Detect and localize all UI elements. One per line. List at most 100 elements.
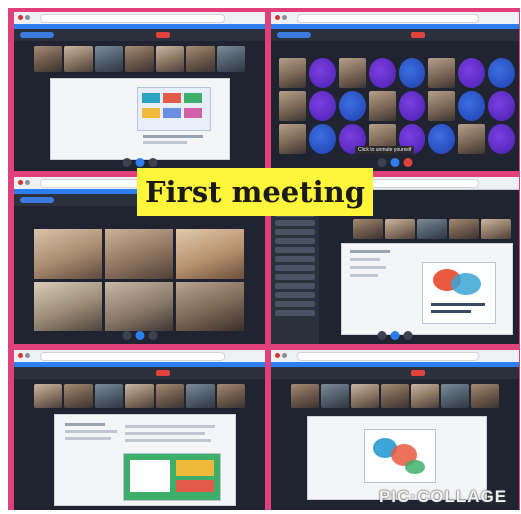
participant-video xyxy=(125,384,154,408)
participant-video xyxy=(471,384,499,408)
participant-video xyxy=(381,384,409,408)
participant-video xyxy=(351,384,379,408)
participant-row[interactable] xyxy=(275,283,315,289)
participant-video xyxy=(34,229,102,279)
meeting-toolbar xyxy=(271,367,519,379)
screenshot-panel-top-right: Click to unmute yourself xyxy=(271,12,519,171)
share-icon[interactable] xyxy=(148,331,157,340)
address-bar[interactable] xyxy=(40,352,225,361)
participant-avatar xyxy=(428,124,456,154)
mic-icon[interactable] xyxy=(377,331,387,340)
close-icon[interactable] xyxy=(275,353,280,358)
participant-row[interactable] xyxy=(275,247,315,253)
unmute-tooltip: Click to unmute yourself xyxy=(355,146,415,154)
pic-collage-watermark: PIC·COLLAGE xyxy=(368,484,518,510)
end-call-button[interactable] xyxy=(155,370,170,376)
participant-avatar xyxy=(338,91,366,121)
back-icon[interactable] xyxy=(25,180,30,185)
participant-video xyxy=(125,46,154,72)
address-bar[interactable] xyxy=(297,352,479,361)
meeting-toolbar xyxy=(14,367,265,379)
participant-video xyxy=(176,281,244,331)
close-icon[interactable] xyxy=(18,353,23,358)
view-toggle-button[interactable] xyxy=(277,32,311,38)
participant-video xyxy=(186,384,215,408)
participant-row[interactable] xyxy=(275,220,315,226)
call-controls xyxy=(122,158,157,167)
participant-video xyxy=(368,91,396,121)
leave-icon[interactable] xyxy=(403,158,413,167)
participant-video xyxy=(94,46,124,72)
end-call-button[interactable] xyxy=(155,32,170,38)
participant-video xyxy=(481,219,511,239)
participant-video xyxy=(64,46,93,72)
close-icon[interactable] xyxy=(18,15,23,20)
back-icon[interactable] xyxy=(25,353,30,358)
camera-icon[interactable] xyxy=(390,158,400,167)
video-strip xyxy=(291,384,499,408)
participant-avatar xyxy=(308,124,336,154)
camera-icon[interactable] xyxy=(135,331,144,340)
camera-icon[interactable] xyxy=(390,331,400,340)
participant-video xyxy=(441,384,469,408)
participant-avatar xyxy=(488,91,515,121)
participant-video xyxy=(428,91,456,121)
participant-video xyxy=(338,58,366,88)
participant-video xyxy=(64,384,93,408)
participant-row[interactable] xyxy=(275,292,315,298)
shared-screen xyxy=(54,414,236,506)
participant-video xyxy=(34,384,63,408)
share-icon[interactable] xyxy=(148,158,157,167)
participant-avatar xyxy=(488,58,515,88)
participant-avatar xyxy=(398,58,426,88)
back-icon[interactable] xyxy=(25,15,30,20)
participant-video xyxy=(94,384,124,408)
close-icon[interactable] xyxy=(275,15,280,20)
back-icon[interactable] xyxy=(282,15,287,20)
participant-row[interactable] xyxy=(275,229,315,235)
camera-icon[interactable] xyxy=(135,158,144,167)
participant-video xyxy=(321,384,349,408)
end-call-button[interactable] xyxy=(411,370,425,376)
shared-image xyxy=(364,429,436,483)
screenshot-panel-bottom-left xyxy=(14,350,265,510)
participant-video xyxy=(216,46,245,72)
back-icon[interactable] xyxy=(282,353,287,358)
screenshot-panel-top-left xyxy=(14,12,265,171)
address-bar[interactable] xyxy=(40,14,225,23)
participant-video xyxy=(428,58,456,88)
participant-avatar xyxy=(488,124,515,154)
call-controls xyxy=(122,331,157,340)
participant-video xyxy=(353,219,383,239)
call-controls xyxy=(377,331,413,340)
gallery-grid xyxy=(34,229,244,331)
view-toggle-button[interactable] xyxy=(20,32,54,38)
mic-icon[interactable] xyxy=(122,331,131,340)
participant-video xyxy=(105,281,173,331)
participant-video xyxy=(34,281,102,331)
address-bar[interactable] xyxy=(297,14,479,23)
mic-icon[interactable] xyxy=(122,158,131,167)
participant-row[interactable] xyxy=(275,310,315,316)
participant-video xyxy=(449,219,479,239)
watermark-text: PIC·COLLAGE xyxy=(378,487,508,506)
participant-row[interactable] xyxy=(275,274,315,280)
collage-title: First meeting xyxy=(144,175,366,209)
participant-video xyxy=(417,219,447,239)
view-toggle-button[interactable] xyxy=(20,197,54,203)
participant-video xyxy=(155,46,185,72)
participant-video xyxy=(176,229,244,279)
slide-card xyxy=(137,87,211,131)
participant-row[interactable] xyxy=(275,265,315,271)
participant-row[interactable] xyxy=(275,256,315,262)
participant-row[interactable] xyxy=(275,301,315,307)
close-icon[interactable] xyxy=(18,180,23,185)
participant-video xyxy=(458,124,486,154)
mic-icon[interactable] xyxy=(377,158,387,167)
participant-video xyxy=(385,219,415,239)
participant-avatar xyxy=(458,91,486,121)
share-icon[interactable] xyxy=(403,331,413,340)
participant-avatar xyxy=(308,58,336,88)
participant-row[interactable] xyxy=(275,238,315,244)
end-call-button[interactable] xyxy=(411,32,425,38)
